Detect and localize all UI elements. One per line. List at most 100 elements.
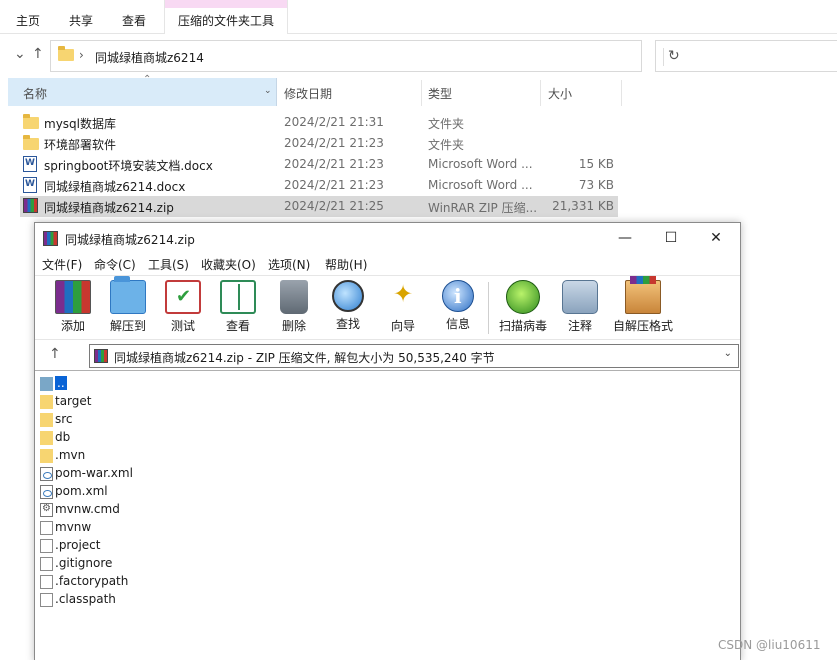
list-item[interactable]: mvnw.cmd: [39, 501, 339, 519]
file-row[interactable]: springboot环境安装文档.docx 2024/2/21 21:23 Mi…: [20, 154, 618, 175]
file-row[interactable]: 环境部署软件 2024/2/21 21:23 文件夹: [20, 133, 618, 154]
close-icon[interactable]: ✕: [706, 228, 726, 248]
winrar-icon: [43, 231, 58, 246]
magnifier-icon: [332, 280, 364, 312]
delete-button[interactable]: 删除: [266, 280, 322, 336]
sfx-box-icon: [625, 276, 661, 314]
extract-to-label: 解压到: [109, 319, 146, 333]
chevron-right-icon[interactable]: ›: [79, 48, 84, 62]
chevron-down-icon[interactable]: ⌄: [14, 46, 26, 62]
sfx-button[interactable]: 自解压格式: [611, 276, 675, 336]
list-item[interactable]: target: [39, 393, 339, 411]
path-bar: ↑ 同城绿植商城z6214.zip - ZIP 压缩文件, 解包大小为 50,5…: [35, 339, 740, 369]
winrar-window: 同城绿植商城z6214.zip — ☐ ✕ 文件(F) 命令(C) 工具(S) …: [34, 222, 741, 660]
chevron-down-icon[interactable]: ⌄: [264, 86, 272, 96]
list-item[interactable]: pom.xml: [39, 483, 339, 501]
file-row[interactable]: mysql数据库 2024/2/21 21:31 文件夹: [20, 112, 618, 133]
add-button[interactable]: 添加: [45, 280, 101, 336]
view-button[interactable]: 查看: [210, 280, 266, 336]
maximize-icon[interactable]: ☐: [661, 228, 681, 248]
word-icon: [23, 177, 37, 193]
list-item[interactable]: .gitignore: [39, 555, 339, 573]
column-divider[interactable]: [540, 80, 541, 106]
context-tab-label: 压缩的文件夹工具: [178, 14, 275, 28]
folder-icon: [58, 46, 74, 61]
wizard-button[interactable]: 向导: [375, 280, 431, 336]
address-row: ⌄ ↑ › 同城绿植商城z6214 ↻: [0, 40, 837, 72]
file-type: Microsoft Word ...: [428, 178, 533, 192]
tab-compressed-folder-tools[interactable]: 压缩的文件夹工具: [164, 0, 288, 34]
cmd-file-icon: [40, 503, 53, 517]
scan-virus-label: 扫描病毒: [498, 319, 547, 333]
file-name: springboot环境安装文档.docx: [44, 159, 213, 173]
test-button[interactable]: 测试: [155, 280, 211, 336]
file-icon: [40, 521, 53, 535]
scan-virus-button[interactable]: 扫描病毒: [495, 280, 551, 336]
tab-share[interactable]: 共享: [69, 12, 93, 29]
menu-tools[interactable]: 工具(S): [148, 256, 189, 273]
column-type[interactable]: 类型: [428, 85, 452, 102]
column-divider[interactable]: [421, 80, 422, 106]
tab-view[interactable]: 查看: [122, 12, 146, 29]
search-input[interactable]: [655, 40, 837, 72]
menu-commands[interactable]: 命令(C): [94, 256, 136, 273]
magic-wand-icon: [385, 280, 421, 314]
list-item-name: mvnw.cmd: [55, 502, 120, 516]
file-type: 文件夹: [428, 138, 465, 152]
address-bar[interactable]: › 同城绿植商城z6214 ↻: [50, 40, 680, 72]
column-size[interactable]: 大小: [548, 85, 572, 102]
folder-icon: [40, 413, 53, 427]
file-date: 2024/2/21 21:25: [284, 199, 384, 213]
file-name: mysql数据库: [44, 117, 116, 131]
menu-options[interactable]: 选项(N): [268, 256, 310, 273]
file-size: 73 KB: [578, 178, 614, 192]
window-title: 同城绿植商城z6214.zip: [65, 233, 195, 247]
menu-favorites[interactable]: 收藏夹(O): [201, 256, 256, 273]
title-bar[interactable]: 同城绿植商城z6214.zip — ☐ ✕: [35, 223, 740, 253]
list-item[interactable]: db: [39, 429, 339, 447]
archive-path-select[interactable]: 同城绿植商城z6214.zip - ZIP 压缩文件, 解包大小为 50,535…: [89, 344, 739, 368]
word-icon: [23, 156, 37, 172]
file-date: 2024/2/21 21:31: [284, 115, 384, 129]
extract-to-button[interactable]: 解压到: [100, 276, 156, 336]
list-item[interactable]: pom-war.xml: [39, 465, 339, 483]
watermark: CSDN @liu10611: [718, 638, 821, 652]
winrar-icon: [23, 198, 38, 213]
file-icon: [40, 557, 53, 571]
comment-button[interactable]: 注释: [552, 280, 608, 336]
file-date: 2024/2/21 21:23: [284, 178, 384, 192]
sort-up-icon: ⌃: [143, 74, 152, 85]
list-item-parent[interactable]: ..: [39, 375, 339, 393]
file-icon: [40, 539, 53, 553]
trash-icon: [280, 280, 308, 314]
file-type: 文件夹: [428, 117, 465, 131]
list-item[interactable]: mvnw: [39, 519, 339, 537]
tab-home[interactable]: 主页: [16, 12, 40, 29]
column-divider[interactable]: [621, 80, 622, 106]
menu-bar: 文件(F) 命令(C) 工具(S) 收藏夹(O) 选项(N) 帮助(H): [35, 253, 740, 273]
list-item[interactable]: .mvn: [39, 447, 339, 465]
virus-scan-icon: [506, 280, 540, 314]
list-item[interactable]: .classpath: [39, 591, 339, 609]
list-item[interactable]: src: [39, 411, 339, 429]
chevron-down-icon[interactable]: ⌄: [724, 348, 732, 359]
find-button[interactable]: 查找: [320, 280, 376, 336]
list-item[interactable]: .project: [39, 537, 339, 555]
menu-file[interactable]: 文件(F): [42, 256, 82, 273]
address-text: 同城绿植商城z6214: [95, 51, 204, 65]
minimize-icon[interactable]: —: [615, 228, 635, 248]
list-item-name: .mvn: [55, 448, 86, 462]
list-item[interactable]: .factorypath: [39, 573, 339, 591]
menu-help[interactable]: 帮助(H): [325, 256, 367, 273]
sfx-label: 自解压格式: [612, 319, 673, 333]
column-name[interactable]: ⌃ 名称 ⌄: [8, 74, 277, 106]
folder-icon: [40, 449, 53, 463]
column-date[interactable]: 修改日期: [284, 85, 332, 102]
file-icon: [40, 593, 53, 607]
column-name-label: 名称: [23, 87, 48, 101]
up-arrow-icon[interactable]: ↑: [49, 346, 61, 362]
up-arrow-icon[interactable]: ↑: [32, 46, 44, 62]
info-button[interactable]: 信息: [430, 280, 486, 336]
file-row-selected[interactable]: 同城绿植商城z6214.zip 2024/2/21 21:25 WinRAR Z…: [20, 196, 618, 217]
file-row[interactable]: 同城绿植商城z6214.docx 2024/2/21 21:23 Microso…: [20, 175, 618, 196]
